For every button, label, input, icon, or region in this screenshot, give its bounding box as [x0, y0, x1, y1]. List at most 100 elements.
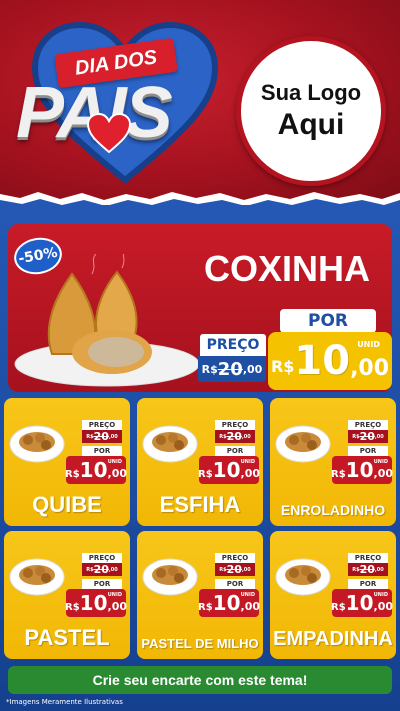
- old-price-dec: ,00: [241, 433, 251, 440]
- preco-label: PREÇO: [348, 553, 388, 563]
- new-price: UNID R$ 10 ,00: [268, 332, 392, 390]
- old-price-int: 20: [359, 563, 375, 576]
- old-price-dec: ,00: [374, 433, 384, 440]
- old-price-int: 20: [226, 563, 242, 576]
- old-price-dec: ,00: [108, 566, 118, 573]
- old-price-int: 20: [93, 430, 109, 443]
- new-price-int: 10: [345, 591, 374, 615]
- por-label: POR: [215, 446, 255, 456]
- unid-label: UNID: [357, 340, 380, 349]
- old-price: R$ 20,00: [215, 563, 255, 576]
- preco-label: PREÇO: [82, 553, 122, 563]
- por-label: POR: [280, 309, 376, 333]
- new-price-int: 10: [345, 458, 374, 482]
- old-price-currency: R$: [201, 362, 218, 376]
- product-name: EMPADINHA: [273, 628, 393, 650]
- product-name: PASTEL DE MILHO: [141, 636, 259, 651]
- por-label: POR: [82, 579, 122, 589]
- logo-line-2: Aqui: [277, 108, 345, 141]
- new-price-int: 10: [79, 591, 108, 615]
- new-price-int: 10: [79, 458, 108, 482]
- new-price: UNID R$ 10,00: [331, 456, 394, 484]
- old-price: R$ 20 ,00: [198, 356, 266, 382]
- product-card[interactable]: PREÇO R$ 20,00 POR UNID R$ 10,00 QUIBE: [4, 398, 130, 526]
- por-label: POR: [82, 446, 122, 456]
- disclaimer-text: *Imagens Meramente Ilustrativas: [6, 698, 123, 706]
- preco-label: PREÇO: [82, 420, 122, 430]
- old-price-int: 20: [93, 563, 109, 576]
- new-price-currency: R$: [198, 601, 213, 613]
- new-price-dec: ,00: [373, 466, 394, 480]
- featured-product-name: COXINHA: [204, 248, 371, 289]
- product-card[interactable]: PREÇO R$ 20,00 POR UNID R$ 10,00 PASTEL DE MILH…: [137, 531, 263, 659]
- unid-label: UNID: [373, 592, 388, 598]
- product-image: [275, 558, 331, 596]
- new-price-int: 10: [294, 338, 351, 384]
- product-image: [275, 425, 331, 463]
- product-image: [142, 558, 198, 596]
- old-price: R$ 20,00: [348, 563, 388, 576]
- old-price-currency: R$: [219, 566, 227, 573]
- new-price-dec: ,00: [240, 466, 261, 480]
- por-label: POR: [348, 579, 388, 589]
- old-price-currency: R$: [86, 566, 94, 573]
- old-price: R$ 20,00: [82, 430, 122, 443]
- old-price-dec: ,00: [242, 362, 263, 376]
- por-label: POR: [348, 446, 388, 456]
- product-image: [9, 425, 65, 463]
- new-price: UNID R$ 10,00: [198, 456, 261, 484]
- new-price-dec: ,00: [240, 599, 261, 613]
- preco-label: PREÇO: [215, 553, 255, 563]
- new-price: UNID R$ 10,00: [65, 456, 128, 484]
- old-price-currency: R$: [86, 433, 94, 440]
- old-price: R$ 20,00: [348, 430, 388, 443]
- product-card[interactable]: PREÇO R$ 20,00 POR UNID R$ 10,00 EMPADINHA: [270, 531, 396, 659]
- new-price-dec: ,00: [350, 355, 390, 381]
- new-price: UNID R$ 10,00: [65, 589, 128, 617]
- product-name: ENROLADINHO: [280, 502, 386, 518]
- product-name: QUIBE: [32, 492, 102, 517]
- new-price-currency: R$: [198, 468, 213, 480]
- product-card[interactable]: PREÇO R$ 20,00 POR UNID R$ 10,00 ESFIHA: [137, 398, 263, 526]
- unid-label: UNID: [107, 592, 122, 598]
- unid-label: UNID: [240, 459, 255, 465]
- old-price-currency: R$: [352, 433, 360, 440]
- heart-icon: [86, 112, 132, 154]
- product-card[interactable]: PREÇO R$ 20,00 POR UNID R$ 10,00 PASTEL: [4, 531, 130, 659]
- logo-line-1: Sua Logo: [260, 80, 362, 105]
- old-price-int: 20: [359, 430, 375, 443]
- old-price-currency: R$: [352, 566, 360, 573]
- old-price-currency: R$: [219, 433, 227, 440]
- new-price-int: 10: [212, 591, 241, 615]
- product-name: ESFIHA: [159, 492, 241, 517]
- new-price-currency: R$: [331, 601, 346, 613]
- logo-placeholder[interactable]: Sua Logo Aqui: [236, 36, 386, 186]
- unid-label: UNID: [107, 459, 122, 465]
- preco-label: PREÇO: [348, 420, 388, 430]
- create-flyer-button[interactable]: Crie seu encarte com este tema!: [8, 666, 392, 694]
- preco-label: PREÇO: [215, 420, 255, 430]
- preco-label: PREÇO: [200, 334, 266, 356]
- unid-label: UNID: [240, 592, 255, 598]
- old-price-int: 20: [226, 430, 242, 443]
- new-price-dec: ,00: [107, 599, 128, 613]
- old-price: R$ 20,00: [215, 430, 255, 443]
- new-price-currency: R$: [270, 356, 295, 376]
- new-price-dec: ,00: [373, 599, 394, 613]
- product-image: [9, 558, 65, 596]
- product-card[interactable]: PREÇO R$ 20,00 POR UNID R$ 10,00 ENROLADINHO: [270, 398, 396, 526]
- old-price-dec: ,00: [108, 433, 118, 440]
- new-price-currency: R$: [331, 468, 346, 480]
- por-label: POR: [215, 579, 255, 589]
- product-image: [142, 425, 198, 463]
- new-price-currency: R$: [65, 601, 80, 613]
- old-price-dec: ,00: [374, 566, 384, 573]
- new-price-dec: ,00: [107, 466, 128, 480]
- new-price-currency: R$: [65, 468, 80, 480]
- new-price: UNID R$ 10,00: [198, 589, 261, 617]
- old-price: R$ 20,00: [82, 563, 122, 576]
- coxinha-image: [14, 254, 200, 387]
- unid-label: UNID: [373, 459, 388, 465]
- new-price-int: 10: [212, 458, 241, 482]
- product-name: PASTEL: [24, 625, 110, 650]
